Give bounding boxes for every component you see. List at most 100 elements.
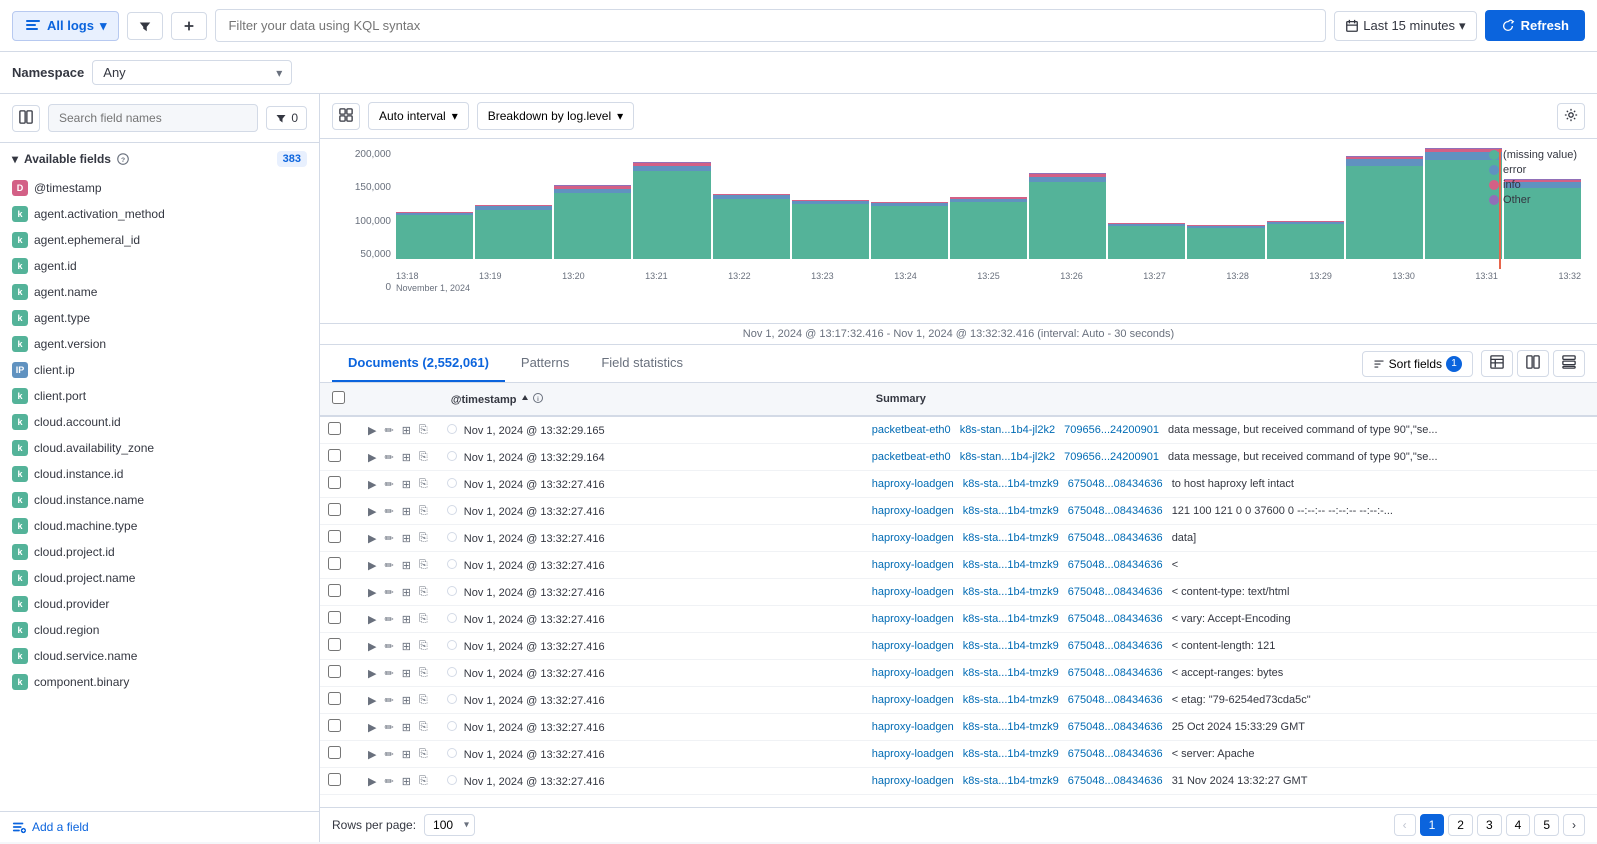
- row-checkbox[interactable]: [328, 530, 341, 543]
- edit-row-button[interactable]: ✏: [381, 558, 396, 573]
- expand-row-button[interactable]: ▶: [365, 720, 379, 735]
- document-row-button[interactable]: ⊞: [399, 693, 414, 708]
- expand-row-button[interactable]: ▶: [365, 477, 379, 492]
- edit-row-button[interactable]: ✏: [381, 531, 396, 546]
- page-button-2[interactable]: 2: [1448, 814, 1473, 836]
- document-row-button[interactable]: ⊞: [399, 531, 414, 546]
- field-item[interactable]: k cloud.instance.id: [0, 461, 319, 487]
- field-item[interactable]: k cloud.region: [0, 617, 319, 643]
- field-item[interactable]: k client.port: [0, 383, 319, 409]
- time-picker[interactable]: Last 15 minutes ▾: [1334, 11, 1476, 41]
- copy-row-button[interactable]: ⎘: [416, 450, 431, 465]
- available-toggle[interactable]: ▾ Available fields ?: [12, 152, 129, 166]
- edit-row-button[interactable]: ✏: [381, 477, 396, 492]
- select-all-checkbox[interactable]: [332, 391, 345, 404]
- field-item[interactable]: k cloud.project.name: [0, 565, 319, 591]
- row-checkbox[interactable]: [328, 746, 341, 759]
- row-view-button[interactable]: [1553, 350, 1585, 377]
- tab-patterns[interactable]: Patterns: [505, 345, 585, 382]
- namespace-select[interactable]: Any: [92, 60, 292, 85]
- row-checkbox[interactable]: [328, 476, 341, 489]
- copy-row-button[interactable]: ⎘: [416, 531, 431, 546]
- expand-row-button[interactable]: ▶: [365, 774, 379, 789]
- add-field-button[interactable]: Add a field: [0, 811, 319, 842]
- copy-row-button[interactable]: ⎘: [416, 639, 431, 654]
- columns-view-button[interactable]: [1517, 350, 1549, 377]
- pagination-prev[interactable]: ‹: [1394, 814, 1416, 836]
- document-row-button[interactable]: ⊞: [399, 639, 414, 654]
- bar-group[interactable]: [1187, 149, 1264, 259]
- row-checkbox[interactable]: [328, 638, 341, 651]
- copy-row-button[interactable]: ⎘: [416, 774, 431, 789]
- bar-group[interactable]: [633, 149, 710, 259]
- bar-group[interactable]: [713, 149, 790, 259]
- field-item[interactable]: k cloud.provider: [0, 591, 319, 617]
- expand-row-button[interactable]: ▶: [365, 423, 379, 438]
- kql-input[interactable]: [215, 9, 1326, 42]
- sidebar-toggle[interactable]: [12, 105, 40, 132]
- row-checkbox[interactable]: [328, 692, 341, 705]
- bar-group[interactable]: [792, 149, 869, 259]
- sidebar-search[interactable]: [48, 104, 258, 132]
- copy-row-button[interactable]: ⎘: [416, 612, 431, 627]
- copy-row-button[interactable]: ⎘: [416, 585, 431, 600]
- copy-row-button[interactable]: ⎘: [416, 720, 431, 735]
- document-row-button[interactable]: ⊞: [399, 558, 414, 573]
- expand-row-button[interactable]: ▶: [365, 585, 379, 600]
- expand-row-button[interactable]: ▶: [365, 612, 379, 627]
- edit-row-button[interactable]: ✏: [381, 585, 396, 600]
- field-item[interactable]: k agent.ephemeral_id: [0, 227, 319, 253]
- field-item[interactable]: IP client.ip: [0, 357, 319, 383]
- rows-per-page-select[interactable]: 100 50 25: [424, 814, 475, 836]
- field-item[interactable]: k agent.id: [0, 253, 319, 279]
- document-row-button[interactable]: ⊞: [399, 423, 414, 438]
- field-item[interactable]: k cloud.project.id: [0, 539, 319, 565]
- expand-row-button[interactable]: ▶: [365, 558, 379, 573]
- edit-row-button[interactable]: ✏: [381, 666, 396, 681]
- document-row-button[interactable]: ⊞: [399, 774, 414, 789]
- row-checkbox[interactable]: [328, 449, 341, 462]
- row-checkbox[interactable]: [328, 584, 341, 597]
- document-row-button[interactable]: ⊞: [399, 612, 414, 627]
- field-item[interactable]: k cloud.availability_zone: [0, 435, 319, 461]
- copy-row-button[interactable]: ⎘: [416, 666, 431, 681]
- document-row-button[interactable]: ⊞: [399, 666, 414, 681]
- edit-row-button[interactable]: ✏: [381, 504, 396, 519]
- field-item[interactable]: k cloud.instance.name: [0, 487, 319, 513]
- edit-row-button[interactable]: ✏: [381, 720, 396, 735]
- expand-row-button[interactable]: ▶: [365, 639, 379, 654]
- edit-row-button[interactable]: ✏: [381, 747, 396, 762]
- edit-row-button[interactable]: ✏: [381, 693, 396, 708]
- page-button-4[interactable]: 4: [1506, 814, 1531, 836]
- add-button[interactable]: [171, 12, 207, 40]
- bar-group[interactable]: [554, 149, 631, 259]
- row-checkbox[interactable]: [328, 503, 341, 516]
- expand-row-button[interactable]: ▶: [365, 531, 379, 546]
- field-item[interactable]: k component.binary: [0, 669, 319, 695]
- pagination-next[interactable]: ›: [1563, 814, 1585, 836]
- page-button-5[interactable]: 5: [1534, 814, 1559, 836]
- edit-row-button[interactable]: ✏: [381, 612, 396, 627]
- chart-settings-button[interactable]: [332, 103, 360, 130]
- filter-button[interactable]: [127, 12, 163, 40]
- field-item[interactable]: k agent.type: [0, 305, 319, 331]
- bar-group[interactable]: [1346, 149, 1423, 259]
- refresh-button[interactable]: Refresh: [1485, 10, 1585, 41]
- edit-row-button[interactable]: ✏: [381, 774, 396, 789]
- edit-row-button[interactable]: ✏: [381, 450, 396, 465]
- copy-row-button[interactable]: ⎘: [416, 504, 431, 519]
- bar-group[interactable]: [950, 149, 1027, 259]
- document-row-button[interactable]: ⊞: [399, 720, 414, 735]
- copy-row-button[interactable]: ⎘: [416, 747, 431, 762]
- row-checkbox[interactable]: [328, 557, 341, 570]
- breakdown-button[interactable]: Breakdown by log.level ▾: [477, 102, 634, 130]
- row-checkbox[interactable]: [328, 611, 341, 624]
- copy-row-button[interactable]: ⎘: [416, 477, 431, 492]
- bar-group[interactable]: [871, 149, 948, 259]
- bar-group[interactable]: [475, 149, 552, 259]
- field-item[interactable]: k agent.name: [0, 279, 319, 305]
- sort-fields-button[interactable]: Sort fields 1: [1362, 351, 1473, 377]
- document-row-button[interactable]: ⊞: [399, 477, 414, 492]
- page-button-3[interactable]: 3: [1477, 814, 1502, 836]
- document-row-button[interactable]: ⊞: [399, 585, 414, 600]
